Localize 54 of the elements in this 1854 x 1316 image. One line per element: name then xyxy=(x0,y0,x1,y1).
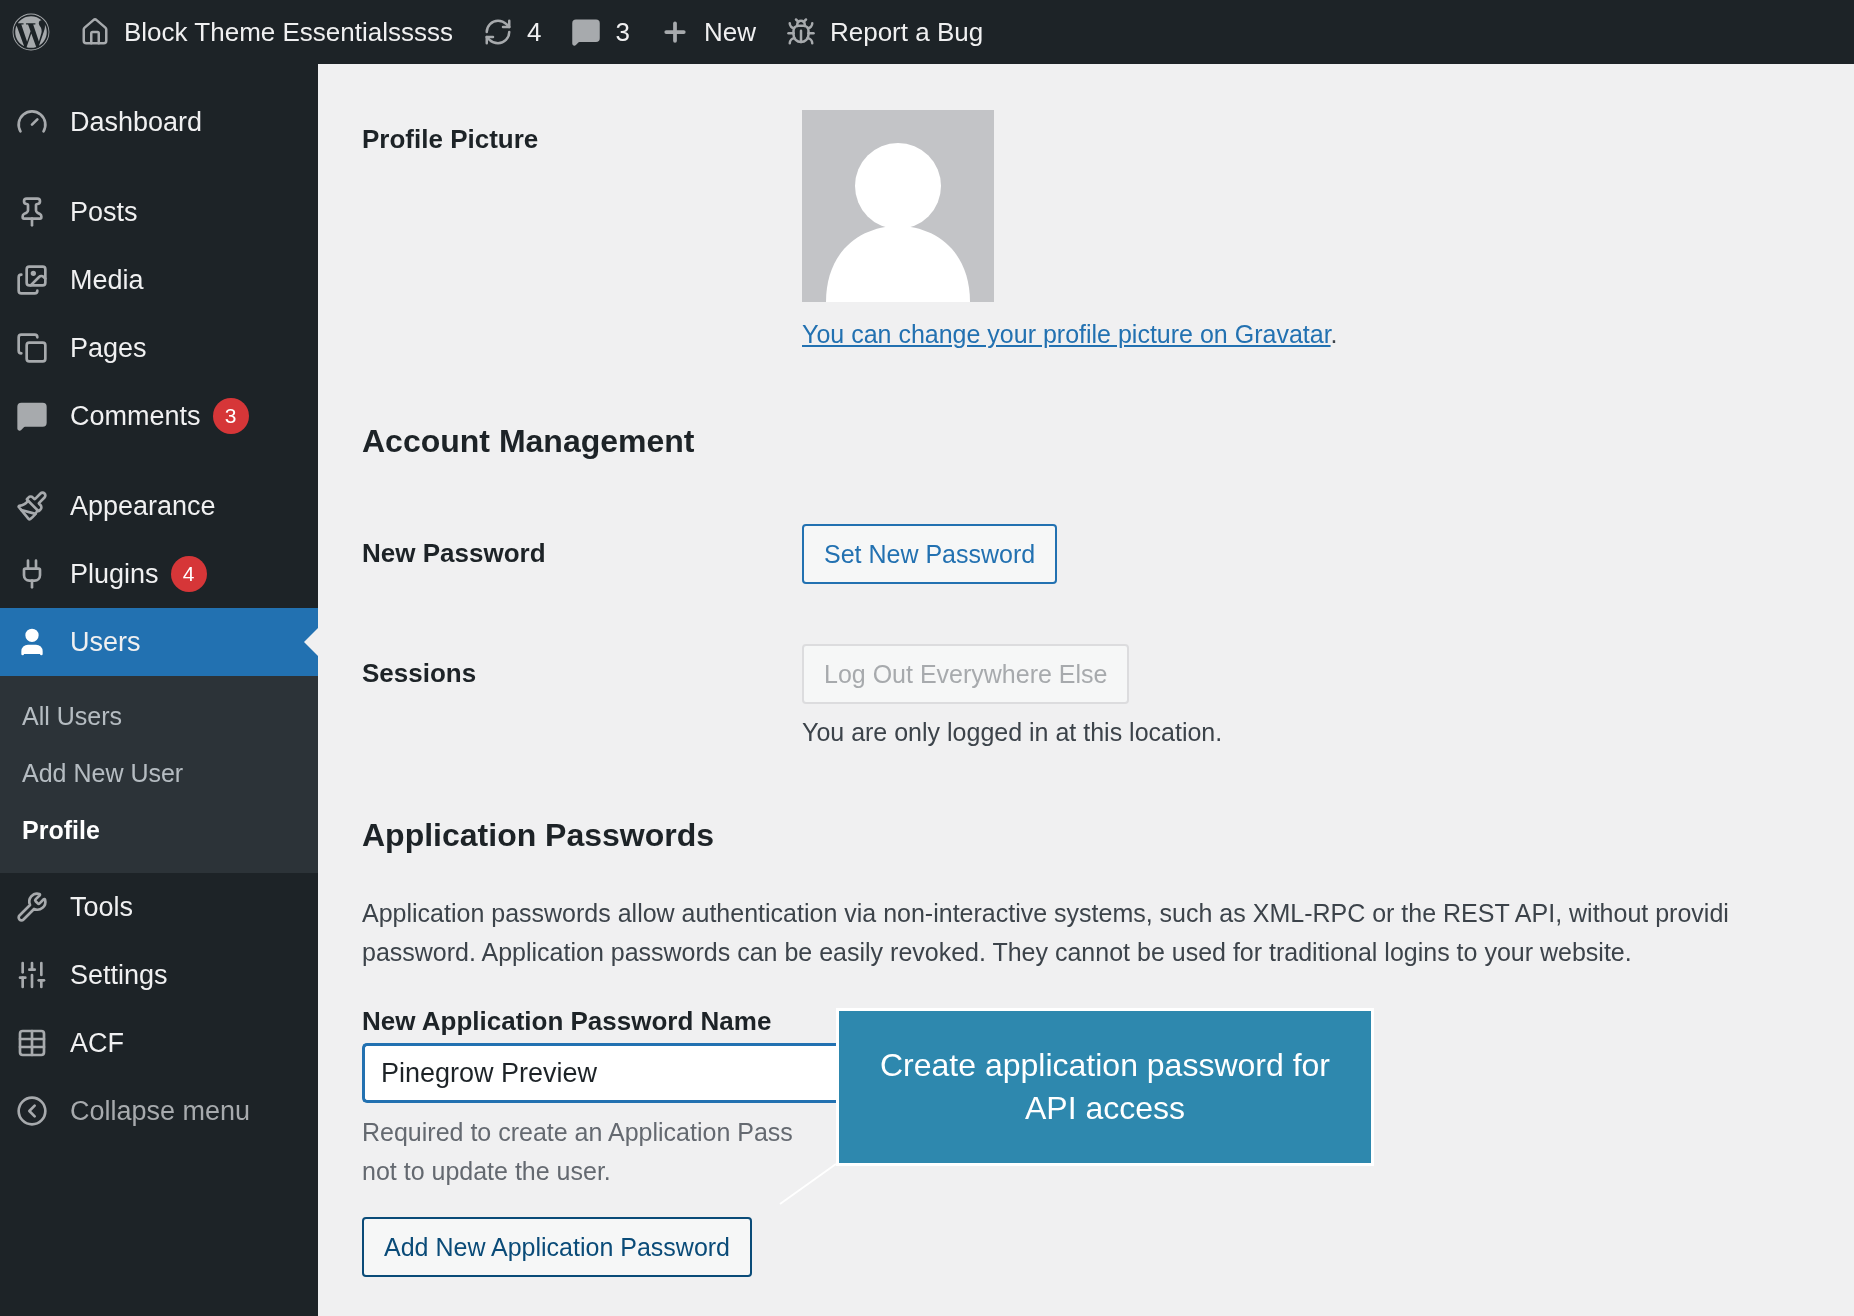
menu-item[interactable]: Tools xyxy=(0,873,318,941)
submenu-item[interactable]: All Users xyxy=(0,688,318,745)
submenu-item[interactable]: Profile xyxy=(0,802,318,859)
sliders-icon xyxy=(16,959,48,991)
callout: Create application password for API access xyxy=(836,1008,1374,1166)
bug-icon xyxy=(785,17,816,47)
sessions-note: You are only logged in at this location. xyxy=(802,718,1223,747)
menu-item[interactable]: Media xyxy=(0,246,318,314)
menu-item[interactable]: Appearance xyxy=(0,472,318,540)
gravatar-text: You can change your profile picture on Gravatar. xyxy=(802,320,1338,349)
admin-bar-link[interactable]: Report a Bug xyxy=(829,16,984,48)
table-icon xyxy=(16,1027,48,1059)
admin-bar-link[interactable]: New xyxy=(703,16,756,48)
paintbrush-icon xyxy=(16,490,48,522)
home-icon xyxy=(80,17,110,47)
menu-item[interactable]: Comments 3 xyxy=(0,382,318,450)
add-password-button[interactable]: Add New Application Password xyxy=(362,1217,753,1277)
comment-icon xyxy=(16,400,48,432)
wrench-icon xyxy=(16,891,48,923)
menu-item[interactable]: Plugins 4 xyxy=(0,540,318,608)
admin-bar-link[interactable]: 3 xyxy=(615,16,630,48)
set-password-button[interactable]: Set New Password xyxy=(802,524,1058,584)
count-badge: 3 xyxy=(212,398,249,434)
pages-icon xyxy=(16,332,48,364)
media-icon xyxy=(16,264,48,296)
input-field[interactable]: Pinegrow Preview xyxy=(362,1043,836,1103)
description-text: Application passwords allow authentication via non-interactive systems, such as XML-RPC or the REST API, without providi xyxy=(362,898,1729,929)
menu-item[interactable]: ACF xyxy=(0,1009,318,1077)
menu-item[interactable]: Posts xyxy=(0,178,318,246)
refresh-icon xyxy=(483,17,513,47)
admin-bar-link[interactable]: 4 xyxy=(527,16,542,48)
field-label: Sessions xyxy=(362,657,478,690)
submenu-item[interactable]: Add New User xyxy=(0,745,318,802)
menu-item[interactable]: Collapse menu xyxy=(0,1077,318,1145)
help-text: not to update the user. xyxy=(362,1156,611,1187)
pointer-icon xyxy=(304,628,318,656)
section-heading: Account Management xyxy=(362,423,696,460)
field-label: Profile Picture xyxy=(362,123,540,156)
help-text: Required to create an Application Pass xyxy=(362,1117,793,1148)
menu-item[interactable]: Settings xyxy=(0,941,318,1009)
admin-bar-link[interactable]: Block Theme Essentialsssss xyxy=(124,16,453,48)
gravatar-link[interactable]: You can change your profile picture on Gravatar xyxy=(802,320,1331,348)
description-text: password. Application passwords can be easily revoked. They cannot be used for traditional logins to your website. xyxy=(362,937,1632,968)
field-label: New Password xyxy=(362,537,547,570)
collapse-icon xyxy=(16,1095,48,1127)
logo-icon[interactable] xyxy=(12,13,50,51)
field-label: New Application Password Name xyxy=(362,1006,773,1037)
comment-icon xyxy=(571,17,602,47)
menu-item[interactable]: Users xyxy=(0,608,318,676)
count-badge: 4 xyxy=(170,556,207,592)
menu-item[interactable]: Pages xyxy=(0,314,318,382)
section-heading: Application Passwords xyxy=(362,817,716,854)
avatar-icon xyxy=(802,110,994,302)
menu-item[interactable]: Dashboard xyxy=(0,88,318,156)
